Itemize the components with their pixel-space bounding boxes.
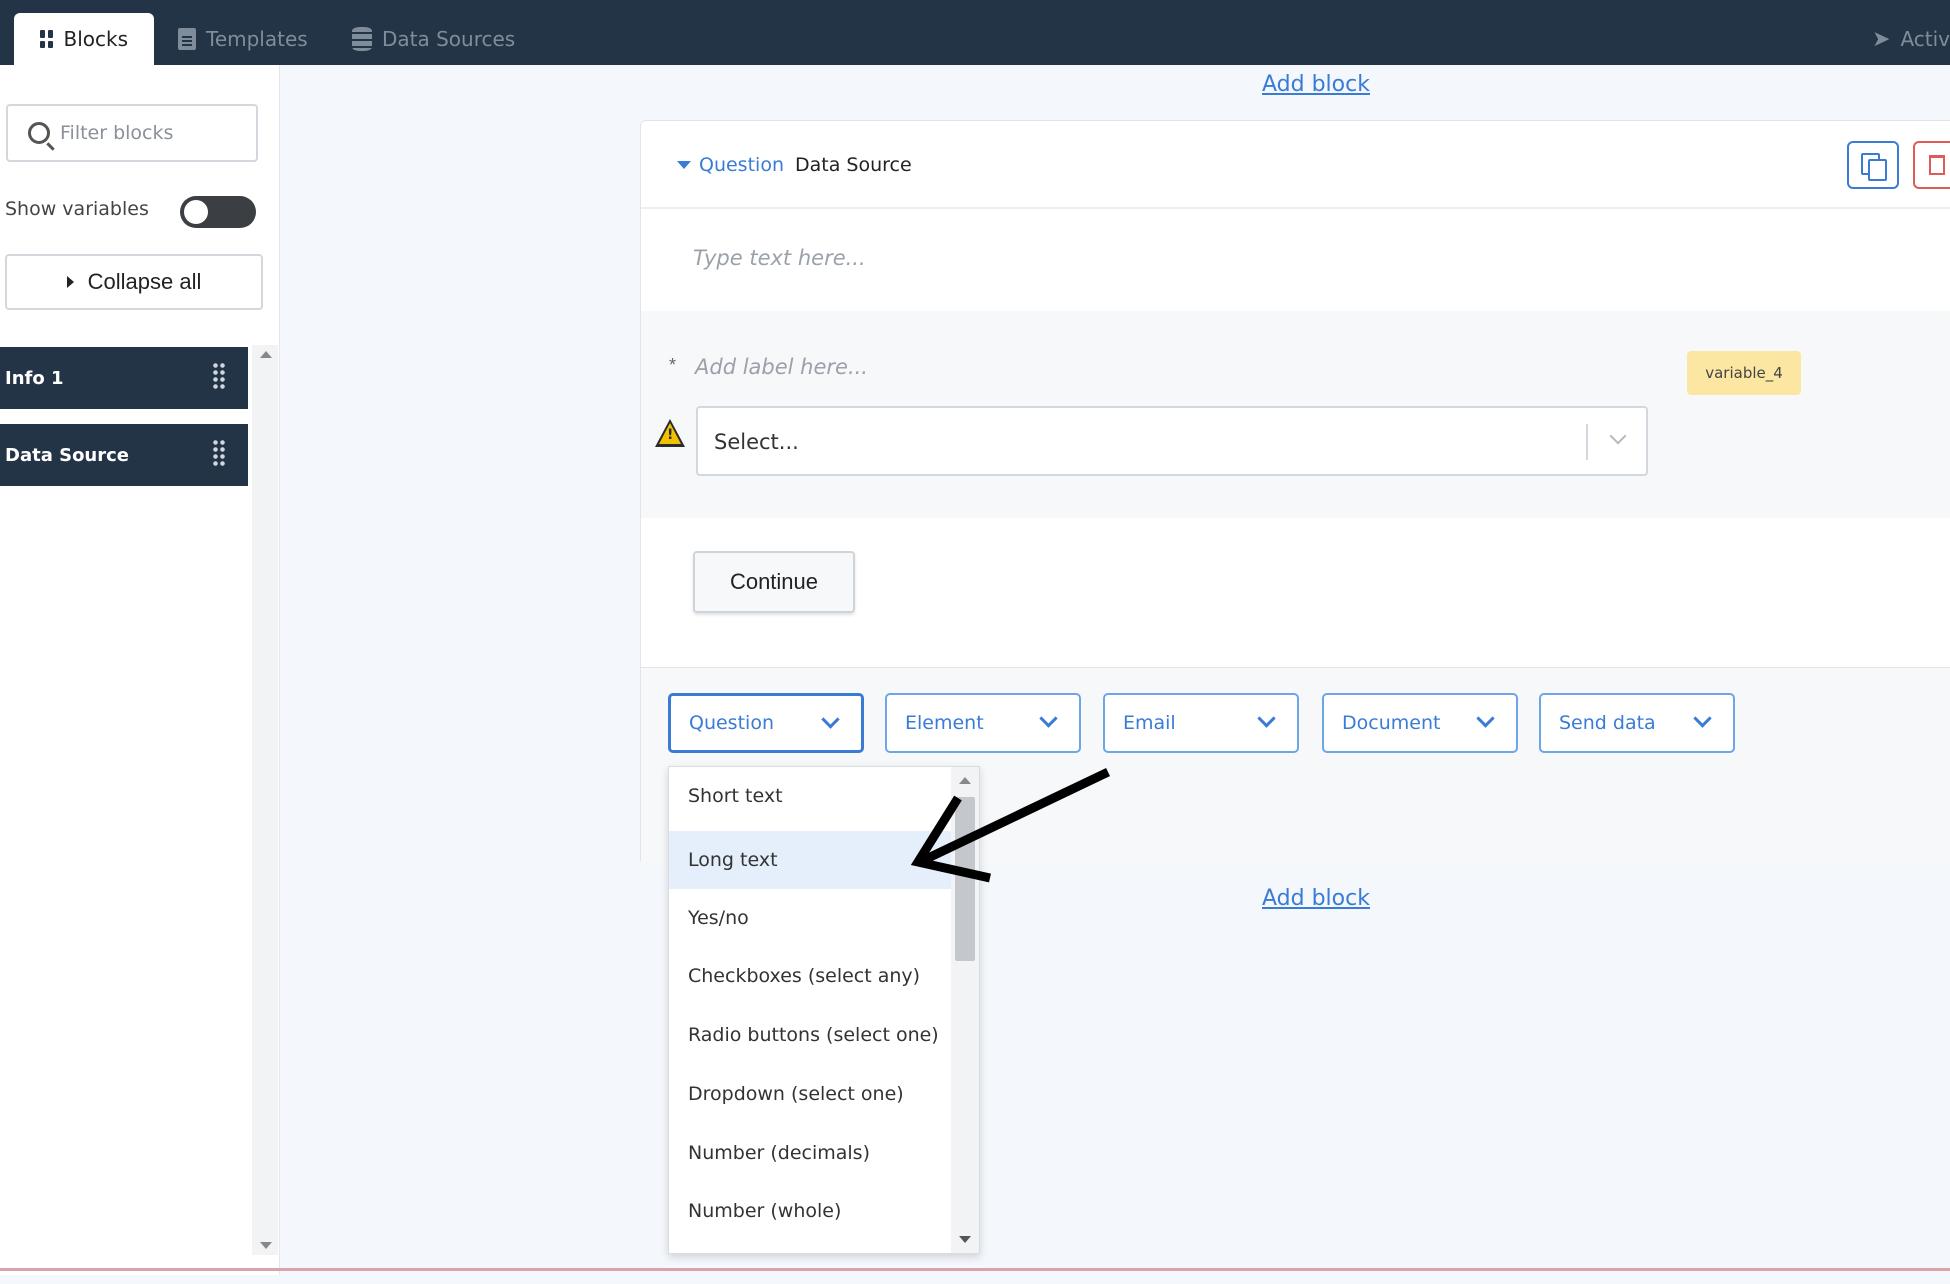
- block-header: Question Data Source: [641, 121, 1950, 209]
- scroll-down-arrow-icon[interactable]: [260, 1242, 272, 1249]
- sidebar-block-label: Info 1: [5, 367, 64, 389]
- sidebar-block-label: Data Source: [5, 444, 130, 466]
- warning-icon: [655, 419, 685, 447]
- element-dropdown[interactable]: Element: [885, 693, 1081, 753]
- email-dropdown-label: Email: [1123, 712, 1176, 734]
- field-area: * Add label here... variable_4 Select...: [641, 311, 1950, 518]
- send-data-dropdown-label: Send data: [1559, 712, 1656, 734]
- collapse-all-label: Collapse all: [87, 269, 202, 294]
- trash-icon: [1929, 155, 1945, 175]
- chevron-down-icon: [1039, 709, 1058, 728]
- menu-item-radio-buttons[interactable]: Radio buttons (select one): [669, 1006, 952, 1064]
- sidebar: [0, 65, 280, 1275]
- show-variables-label: Show variables: [5, 198, 149, 220]
- tab-templates-label: Templates: [206, 27, 308, 51]
- rocket-icon: ➤: [1872, 26, 1891, 52]
- question-text-input[interactable]: Type text here...: [693, 246, 866, 270]
- tab-activate[interactable]: ➤ Activ: [1872, 13, 1950, 65]
- question-block-card: Question Data Source Type text here... *…: [640, 120, 1950, 866]
- chevron-down-icon[interactable]: [1609, 427, 1627, 445]
- delete-block-button[interactable]: [1913, 141, 1950, 189]
- sidebar-scrollbar[interactable]: [252, 345, 278, 1255]
- scroll-up-arrow-icon[interactable]: [260, 351, 272, 358]
- document-icon: [178, 28, 196, 50]
- tab-templates[interactable]: Templates: [178, 13, 308, 65]
- select-separator: [1586, 424, 1588, 460]
- tab-data-sources[interactable]: Data Sources: [352, 13, 515, 65]
- menu-item-dropdown[interactable]: Dropdown (select one): [669, 1065, 952, 1123]
- filter-blocks-input[interactable]: Filter blocks: [6, 104, 258, 162]
- drag-handle-icon[interactable]: [212, 362, 226, 390]
- variable-badge[interactable]: variable_4: [1687, 351, 1801, 395]
- menu-item-yes-no[interactable]: Yes/no: [669, 889, 952, 947]
- tab-blocks[interactable]: Blocks: [14, 13, 154, 65]
- document-dropdown[interactable]: Document: [1322, 693, 1518, 753]
- send-data-dropdown[interactable]: Send data: [1539, 693, 1735, 753]
- block-type-label[interactable]: Question: [699, 154, 784, 176]
- select-placeholder: Select...: [714, 430, 799, 454]
- element-dropdown-label: Element: [905, 712, 984, 734]
- menu-item-number-decimals[interactable]: Number (decimals): [669, 1124, 952, 1182]
- sidebar-block-info-1[interactable]: Info 1: [0, 347, 248, 409]
- show-variables-toggle[interactable]: [180, 196, 256, 228]
- chevron-down-icon: [1693, 709, 1712, 728]
- database-icon: [352, 27, 372, 51]
- add-block-link-bottom[interactable]: Add block: [1262, 886, 1370, 911]
- filter-blocks-placeholder: Filter blocks: [60, 122, 174, 144]
- sidebar-block-data-source[interactable]: Data Source: [0, 424, 248, 486]
- collapse-all-button[interactable]: Collapse all: [5, 254, 263, 310]
- tab-data-sources-label: Data Sources: [382, 27, 516, 51]
- chevron-down-icon: [821, 710, 840, 729]
- question-dropdown-label: Question: [689, 712, 774, 734]
- tab-activate-label: Activ: [1900, 27, 1950, 51]
- scroll-down-arrow-icon[interactable]: [959, 1236, 971, 1243]
- menu-item-checkboxes[interactable]: Checkboxes (select any): [669, 947, 952, 1005]
- required-marker: *: [669, 355, 677, 375]
- block-title: Data Source: [795, 154, 912, 176]
- window-bottom-edge: [0, 1268, 1950, 1271]
- email-dropdown[interactable]: Email: [1103, 693, 1299, 753]
- tab-blocks-label: Blocks: [63, 27, 128, 51]
- question-type-dropdown[interactable]: Question: [668, 693, 864, 753]
- annotation-arrow-icon: [910, 767, 1111, 883]
- top-nav-bar: Blocks Templates Data Sources ➤ Activ: [0, 0, 1950, 65]
- drag-handle-icon[interactable]: [212, 439, 226, 467]
- add-block-link-top[interactable]: Add block: [1262, 72, 1370, 97]
- duplicate-block-button[interactable]: [1847, 141, 1899, 189]
- caret-right-icon: [66, 276, 74, 288]
- data-source-select[interactable]: Select...: [696, 406, 1648, 476]
- continue-button[interactable]: Continue: [693, 551, 855, 613]
- caret-down-icon[interactable]: [677, 161, 691, 169]
- chevron-down-icon: [1257, 709, 1276, 728]
- menu-item-number-whole[interactable]: Number (whole): [669, 1182, 952, 1240]
- field-label-input[interactable]: Add label here...: [695, 355, 868, 379]
- search-icon: [28, 122, 50, 144]
- chevron-down-icon: [1476, 709, 1495, 728]
- blocks-grid-icon: [40, 30, 54, 48]
- document-dropdown-label: Document: [1342, 712, 1441, 734]
